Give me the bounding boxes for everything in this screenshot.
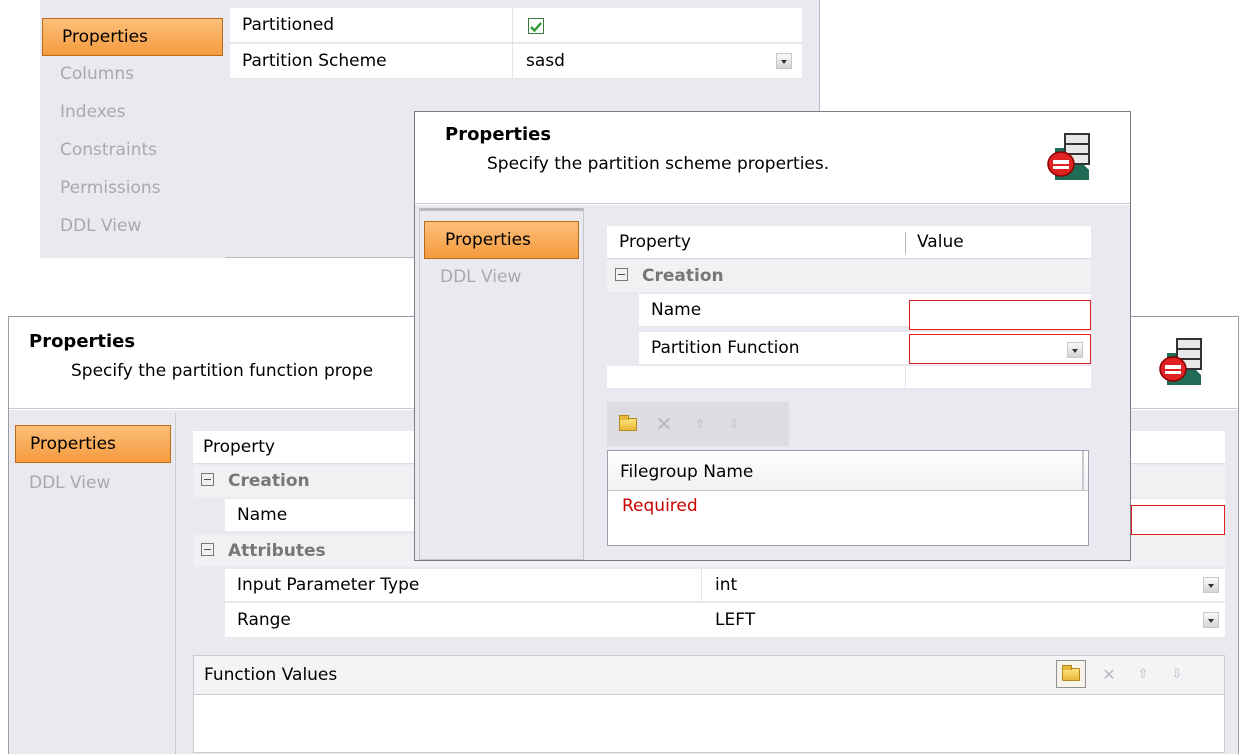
function-name-input[interactable] [1131, 505, 1225, 535]
filegroup-required[interactable]: Required [622, 489, 698, 523]
function-values-panel: Function Values ✕ ⇧ ⇩ [193, 655, 1225, 753]
function-nav-item-ddl-view[interactable]: DDL View [11, 465, 175, 501]
function-name-label: Name [237, 505, 288, 525]
scheme-grid-header-value: Value [917, 232, 964, 252]
back-nav-item-indexes[interactable]: Indexes [40, 94, 225, 130]
function-group-creation[interactable]: Creation [201, 465, 310, 497]
back-grid: Partitioned Partition Scheme sasd [230, 8, 802, 80]
scheme-window: Properties Specify the partition scheme … [414, 111, 1131, 561]
input-parameter-type-dropdown[interactable] [1203, 577, 1219, 593]
arrow-down-icon: ⇩ [1171, 666, 1183, 682]
partition-function-label: Partition Function [651, 338, 800, 358]
scheme-group-creation[interactable]: Creation [615, 260, 724, 292]
collapse-icon[interactable] [201, 542, 214, 556]
scheme-grid-header-property: Property [619, 232, 691, 252]
scheme-nav-item-properties[interactable]: Properties [424, 221, 579, 259]
partition-scheme-value[interactable]: sasd [526, 44, 565, 78]
scheme-title: Properties [445, 124, 552, 145]
scheme-creation-group-label: Creation [642, 266, 724, 286]
scheme-nav: Properties DDL View [419, 208, 584, 560]
function-values-list[interactable] [194, 694, 1224, 752]
folder-icon [619, 414, 637, 431]
function-group-attributes[interactable]: Attributes [201, 535, 326, 567]
filegroup-toolbar: ✕ ⇧ ⇩ [607, 402, 789, 446]
creation-group-label: Creation [228, 471, 310, 491]
input-parameter-type-label: Input Parameter Type [237, 575, 420, 595]
arrow-down-icon: ⇩ [728, 417, 740, 431]
delete-filegroup-button[interactable]: ✕ [649, 410, 679, 438]
add-value-button[interactable] [1056, 660, 1086, 688]
scheme-grid: Property Value Creation Name Partition F… [607, 226, 1091, 389]
move-down-button[interactable]: ⇩ [1162, 660, 1192, 688]
scheme-nav-item-ddl-view[interactable]: DDL View [420, 259, 583, 295]
range-value[interactable]: LEFT [715, 603, 755, 637]
back-nav-item-constraints[interactable]: Constraints [40, 132, 225, 168]
move-up-filegroup-button[interactable]: ⇧ [685, 410, 715, 438]
collapse-icon[interactable] [201, 472, 214, 486]
scheme-header: Properties Specify the partition scheme … [415, 112, 1130, 204]
filegroup-list[interactable]: Filegroup Name Required [607, 450, 1089, 546]
attributes-group-label: Attributes [228, 541, 326, 561]
partitioned-checkbox[interactable] [528, 18, 544, 34]
scheme-subtitle: Specify the partition scheme properties. [487, 154, 830, 174]
back-nav-item-ddl-view[interactable]: DDL View [40, 208, 225, 244]
collapse-icon[interactable] [615, 267, 628, 281]
partition-scheme-label: Partition Scheme [242, 51, 387, 71]
folder-icon [1062, 664, 1080, 681]
add-filegroup-button[interactable] [613, 410, 643, 438]
back-nav-item-properties[interactable]: Properties [42, 18, 223, 56]
arrow-up-icon: ⇧ [1137, 666, 1149, 682]
back-nav-item-permissions[interactable]: Permissions [40, 170, 225, 206]
range-label: Range [237, 610, 291, 630]
arrow-up-icon: ⇧ [694, 417, 706, 431]
function-grid-header: Property [203, 437, 275, 457]
function-nav: Properties DDL View [11, 413, 176, 754]
function-values-label: Function Values [204, 665, 338, 685]
delete-icon: ✕ [655, 412, 673, 436]
function-subtitle: Specify the partition function prope [71, 361, 374, 381]
function-nav-item-properties[interactable]: Properties [15, 425, 171, 463]
filegroup-header[interactable]: Filegroup Name [620, 455, 753, 489]
move-up-button[interactable]: ⇧ [1128, 660, 1158, 688]
delete-value-button[interactable]: ✕ [1094, 660, 1124, 688]
back-nav-item-columns[interactable]: Columns [40, 56, 225, 92]
input-parameter-type-value[interactable]: int [715, 569, 737, 601]
function-title: Properties [29, 331, 136, 352]
scheme-name-label: Name [651, 300, 702, 320]
partition-scheme-dropdown[interactable] [776, 53, 792, 69]
range-dropdown[interactable] [1203, 612, 1219, 628]
partition-function-input[interactable] [909, 334, 1091, 364]
partition-function-dropdown[interactable] [1067, 342, 1083, 358]
move-down-filegroup-button[interactable]: ⇩ [719, 410, 749, 438]
database-icon [1159, 338, 1202, 385]
scheme-name-input[interactable] [909, 300, 1091, 330]
partitioned-label: Partitioned [242, 15, 335, 35]
back-nav: Properties Columns Indexes Constraints P… [40, 0, 225, 258]
database-icon [1047, 133, 1090, 180]
check-icon [530, 22, 542, 33]
delete-icon: ✕ [1102, 664, 1116, 684]
